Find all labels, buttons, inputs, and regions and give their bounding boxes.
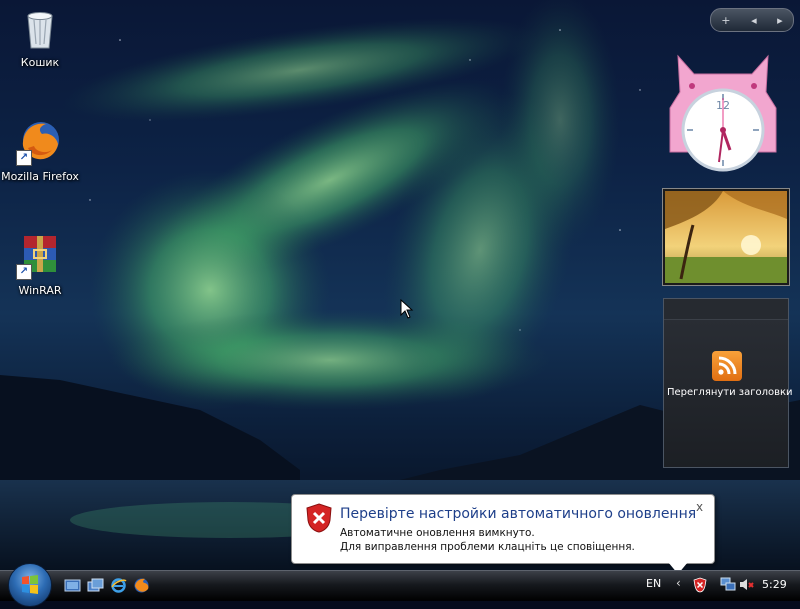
next-gadgets-button[interactable]: ▸: [777, 14, 783, 27]
sidebar-gadget-toolbar: + ◂ ▸: [710, 8, 794, 32]
firefox-icon: ↗: [16, 118, 64, 166]
input-language-indicator[interactable]: EN: [646, 577, 661, 590]
desktop-icon-firefox[interactable]: ↗ Mozilla Firefox: [0, 118, 85, 183]
volume-muted-tray-icon[interactable]: [739, 577, 755, 595]
view-headlines-link[interactable]: Переглянути заголовки: [664, 387, 800, 398]
taskbar-clock[interactable]: 5:29: [762, 578, 787, 591]
internet-explorer-icon[interactable]: [110, 577, 127, 594]
recycle-bin-icon: [16, 4, 64, 52]
winrar-icon: ↗: [16, 232, 64, 280]
desktop-icon-winrar[interactable]: ↗ WinRAR: [0, 232, 85, 297]
network-tray-icon[interactable]: [720, 577, 736, 595]
security-center-tray-icon[interactable]: [693, 577, 707, 596]
desktop-icon-label: WinRAR: [18, 284, 62, 297]
firefox-icon[interactable]: [133, 577, 150, 594]
desktop-icon-label: Mozilla Firefox: [1, 170, 79, 183]
update-notification-balloon[interactable]: Перевірте настройки автоматичного оновле…: [291, 494, 715, 574]
mouse-pointer-icon: [400, 298, 414, 322]
shortcut-arrow-icon: ↗: [16, 150, 32, 166]
switch-windows-icon[interactable]: [87, 577, 104, 594]
add-gadget-button[interactable]: +: [721, 14, 730, 27]
clock-gadget[interactable]: 12: [664, 48, 782, 174]
previous-gadgets-button[interactable]: ◂: [751, 14, 757, 27]
clock-gadget-graphic: 12: [669, 54, 777, 172]
start-button[interactable]: [8, 563, 52, 607]
rss-feed-icon: [712, 351, 742, 381]
close-notification-button[interactable]: x: [696, 500, 703, 514]
desktop-icon-recycle-bin[interactable]: Кошик: [0, 4, 85, 69]
slideshow-photo: [665, 191, 787, 283]
shortcut-arrow-icon: ↗: [16, 264, 32, 280]
desktop-icon-label: Кошик: [20, 56, 60, 69]
feed-gadget-header: [664, 299, 788, 320]
notification-title: Перевірте настройки автоматичного оновле…: [340, 506, 697, 522]
show-hidden-icons-button[interactable]: ‹: [676, 576, 681, 590]
show-desktop-icon[interactable]: [64, 577, 81, 594]
notification-hint: Для виправлення проблеми клацніть це спо…: [340, 541, 635, 553]
slideshow-gadget[interactable]: [662, 188, 790, 286]
feed-headlines-gadget[interactable]: Переглянути заголовки: [663, 298, 793, 468]
security-shield-error-icon: [306, 503, 332, 536]
notification-message: Автоматичне оновлення вимкнуто.: [340, 527, 535, 539]
